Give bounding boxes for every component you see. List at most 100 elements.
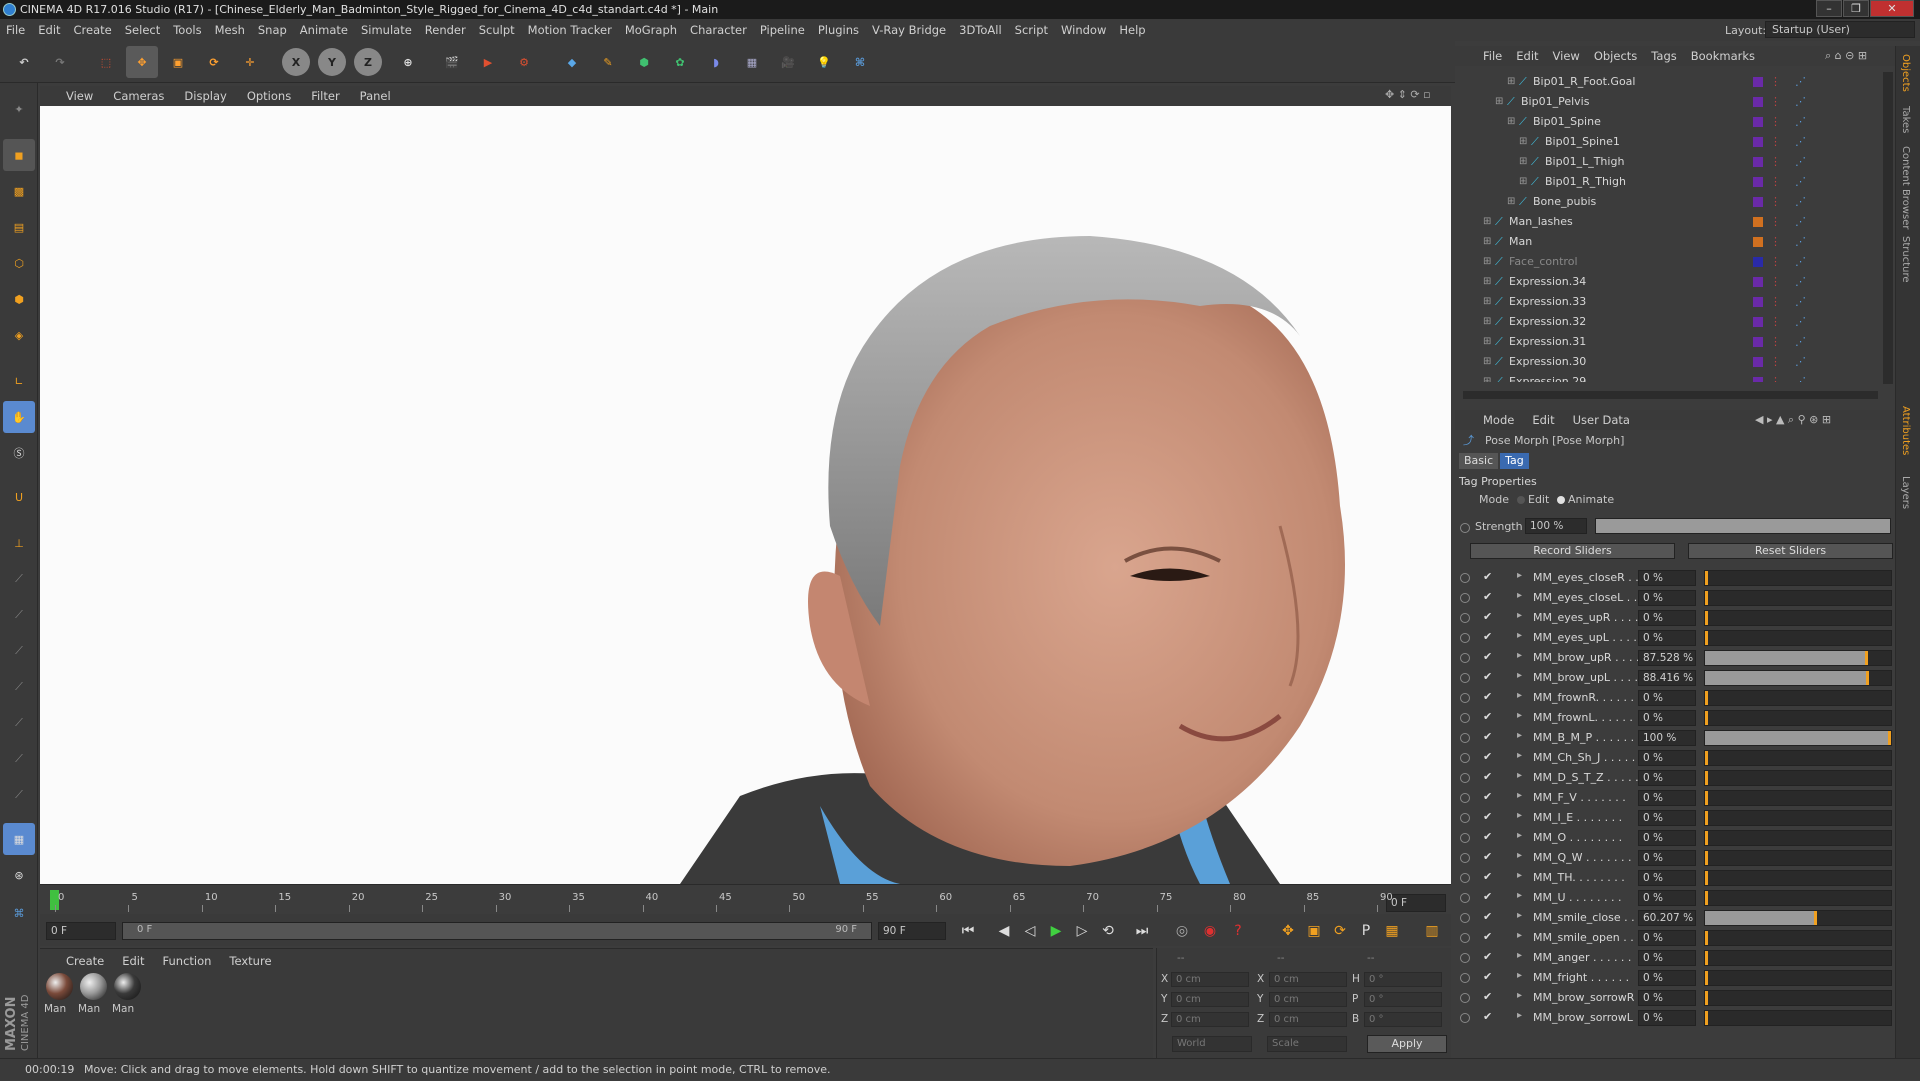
- morph-slider-value[interactable]: 0 %: [1638, 630, 1696, 646]
- object-menu-bookmarks[interactable]: Bookmarks: [1691, 49, 1755, 63]
- expand-icon[interactable]: ▸: [1517, 930, 1522, 941]
- side-tab-layers[interactable]: Layers: [1900, 476, 1911, 509]
- anim-toggle-icon[interactable]: [1460, 913, 1470, 923]
- morph-slider-track[interactable]: [1704, 730, 1892, 746]
- object-tree-hscrollbar[interactable]: [1463, 391, 1878, 399]
- anim-toggle-icon[interactable]: [1460, 873, 1470, 883]
- anim-toggle-icon[interactable]: [1460, 933, 1470, 943]
- anim-toggle-icon[interactable]: [1460, 653, 1470, 663]
- coordinate-system-icon[interactable]: ⊕: [392, 46, 424, 78]
- start-frame-field[interactable]: 0 F: [46, 922, 116, 940]
- checkmark-icon[interactable]: ✔: [1483, 770, 1492, 783]
- object-row[interactable]: ⊞ ⟋ Bip01_L_Thigh ⋮ ⋰: [1455, 152, 1895, 172]
- anim-toggle-icon[interactable]: [1460, 973, 1470, 983]
- viewport-navigation-icons[interactable]: ✥ ⇕ ⟳ ▫: [1385, 88, 1449, 104]
- go-to-start-icon[interactable]: ⏮: [956, 919, 980, 943]
- menu-sculpt[interactable]: Sculpt: [479, 23, 515, 37]
- object-row[interactable]: ⊞ ⟋ Face_control ⋮ ⋰: [1455, 252, 1895, 272]
- tag-icon[interactable]: ⋰: [1795, 312, 1806, 332]
- checkmark-icon[interactable]: ✔: [1483, 790, 1492, 803]
- layout-dropdown[interactable]: Startup (User): [1765, 21, 1915, 38]
- visibility-dots-icon[interactable]: ⋮: [1770, 92, 1781, 112]
- visibility-dots-icon[interactable]: ⋮: [1770, 132, 1781, 152]
- checkmark-icon[interactable]: ✔: [1483, 570, 1492, 583]
- tag-icon[interactable]: ⋰: [1795, 332, 1806, 352]
- expand-icon[interactable]: ▸: [1517, 690, 1522, 701]
- make-editable-icon[interactable]: ✦: [3, 93, 35, 125]
- morph-slider-handle[interactable]: [1705, 771, 1708, 785]
- morph-slider-value[interactable]: 0 %: [1638, 890, 1696, 906]
- layer-color-swatch[interactable]: [1753, 117, 1763, 127]
- morph-slider-handle[interactable]: [1705, 1011, 1708, 1025]
- morph-slider-handle[interactable]: [1705, 851, 1708, 865]
- object-row[interactable]: ⊞ ⟋ Bip01_R_Thigh ⋮ ⋰: [1455, 172, 1895, 192]
- next-frame-icon[interactable]: ▷: [1070, 919, 1094, 943]
- loop-icon[interactable]: ⟲: [1096, 919, 1120, 943]
- morph-slider-handle[interactable]: [1705, 991, 1708, 1005]
- expand-icon[interactable]: ▸: [1517, 610, 1522, 621]
- expand-icon[interactable]: ▸: [1517, 710, 1522, 721]
- rotate-tool-icon[interactable]: ⟳: [198, 46, 230, 78]
- menu-pipeline[interactable]: Pipeline: [760, 23, 805, 37]
- coord-value-field[interactable]: 0 cm: [1269, 972, 1347, 987]
- layer-color-swatch[interactable]: [1753, 297, 1763, 307]
- x-axis-icon[interactable]: X: [282, 48, 310, 76]
- maximize-button[interactable]: ❐: [1843, 0, 1869, 17]
- layer-color-swatch[interactable]: [1753, 257, 1763, 267]
- viewport-menu-filter[interactable]: Filter: [311, 89, 339, 103]
- side-tab-structure[interactable]: Structure: [1900, 236, 1911, 283]
- coord-value-field[interactable]: 0 °: [1364, 972, 1442, 987]
- menu-mesh[interactable]: Mesh: [215, 23, 245, 37]
- render-picture-viewer-icon[interactable]: ▶: [472, 46, 504, 78]
- live-selection-icon[interactable]: ⬚: [90, 46, 122, 78]
- material-menu-create[interactable]: Create: [66, 954, 104, 968]
- expand-toggle-icon[interactable]: ⊞: [1519, 152, 1527, 172]
- morph-slider-handle[interactable]: [1705, 611, 1708, 625]
- visibility-dots-icon[interactable]: ⋮: [1770, 152, 1781, 172]
- object-row[interactable]: ⊞ ⟋ Expression.30 ⋮ ⋰: [1455, 352, 1895, 372]
- checkmark-icon[interactable]: ✔: [1483, 990, 1492, 1003]
- object-search-icons[interactable]: ⌕ ⌂ ⊝ ⊞: [1825, 49, 1867, 63]
- visibility-dots-icon[interactable]: ⋮: [1770, 252, 1781, 272]
- morph-slider-track[interactable]: [1704, 690, 1892, 706]
- skin-tool-icon[interactable]: ⟋: [3, 707, 35, 739]
- key-pla-icon[interactable]: ▦: [1380, 919, 1404, 943]
- layer-color-swatch[interactable]: [1753, 357, 1763, 367]
- material-preview[interactable]: [80, 973, 107, 1000]
- weight-tool-icon[interactable]: ⟋: [3, 599, 35, 631]
- morph-slider-value[interactable]: 100 %: [1638, 730, 1696, 746]
- scale-tool-icon[interactable]: ▣: [162, 46, 194, 78]
- polygons-mode-icon[interactable]: ◈: [3, 319, 35, 351]
- object-row[interactable]: ⊞ ⟋ Expression.29 ⋮ ⋰: [1455, 372, 1895, 382]
- 3d-viewport[interactable]: [40, 106, 1451, 884]
- attribute-nav-icons[interactable]: ◀ ▸ ▲ ⌕ ⚲ ⊛ ⊞: [1755, 413, 1831, 427]
- checkmark-icon[interactable]: ✔: [1483, 930, 1492, 943]
- menu-animate[interactable]: Animate: [300, 23, 348, 37]
- layer-color-swatch[interactable]: [1753, 277, 1763, 287]
- tag-icon[interactable]: ⋰: [1795, 72, 1806, 92]
- tag-icon[interactable]: ⋰: [1795, 292, 1806, 312]
- anim-toggle-icon[interactable]: [1460, 1013, 1470, 1023]
- timeline-window-icon[interactable]: ▥: [1420, 919, 1444, 943]
- morph-slider-track[interactable]: [1704, 870, 1892, 886]
- previous-frame-icon[interactable]: ◁: [1018, 919, 1042, 943]
- expand-icon[interactable]: ▸: [1517, 970, 1522, 981]
- morph-slider-value[interactable]: 0 %: [1638, 810, 1696, 826]
- anim-toggle-icon[interactable]: [1460, 573, 1470, 583]
- visibility-dots-icon[interactable]: ⋮: [1770, 292, 1781, 312]
- visibility-dots-icon[interactable]: ⋮: [1770, 332, 1781, 352]
- object-row[interactable]: ⊞ ⟋ Expression.32 ⋮ ⋰: [1455, 312, 1895, 332]
- attribute-menu-mode[interactable]: Mode: [1483, 413, 1514, 427]
- morph-slider-value[interactable]: 0 %: [1638, 750, 1696, 766]
- minimize-button[interactable]: –: [1816, 0, 1842, 17]
- tag-icon[interactable]: ⋰: [1795, 132, 1806, 152]
- morph-slider-handle[interactable]: [1888, 731, 1891, 745]
- anim-toggle-icon[interactable]: [1460, 833, 1470, 843]
- layer-color-swatch[interactable]: [1753, 217, 1763, 227]
- expand-icon[interactable]: ▸: [1517, 830, 1522, 841]
- expand-icon[interactable]: ▸: [1517, 790, 1522, 801]
- mode-edit-radio[interactable]: [1517, 496, 1525, 504]
- object-tree-scrollbar[interactable]: [1883, 72, 1893, 384]
- menu-create[interactable]: Create: [74, 23, 112, 37]
- checkmark-icon[interactable]: ✔: [1483, 910, 1492, 923]
